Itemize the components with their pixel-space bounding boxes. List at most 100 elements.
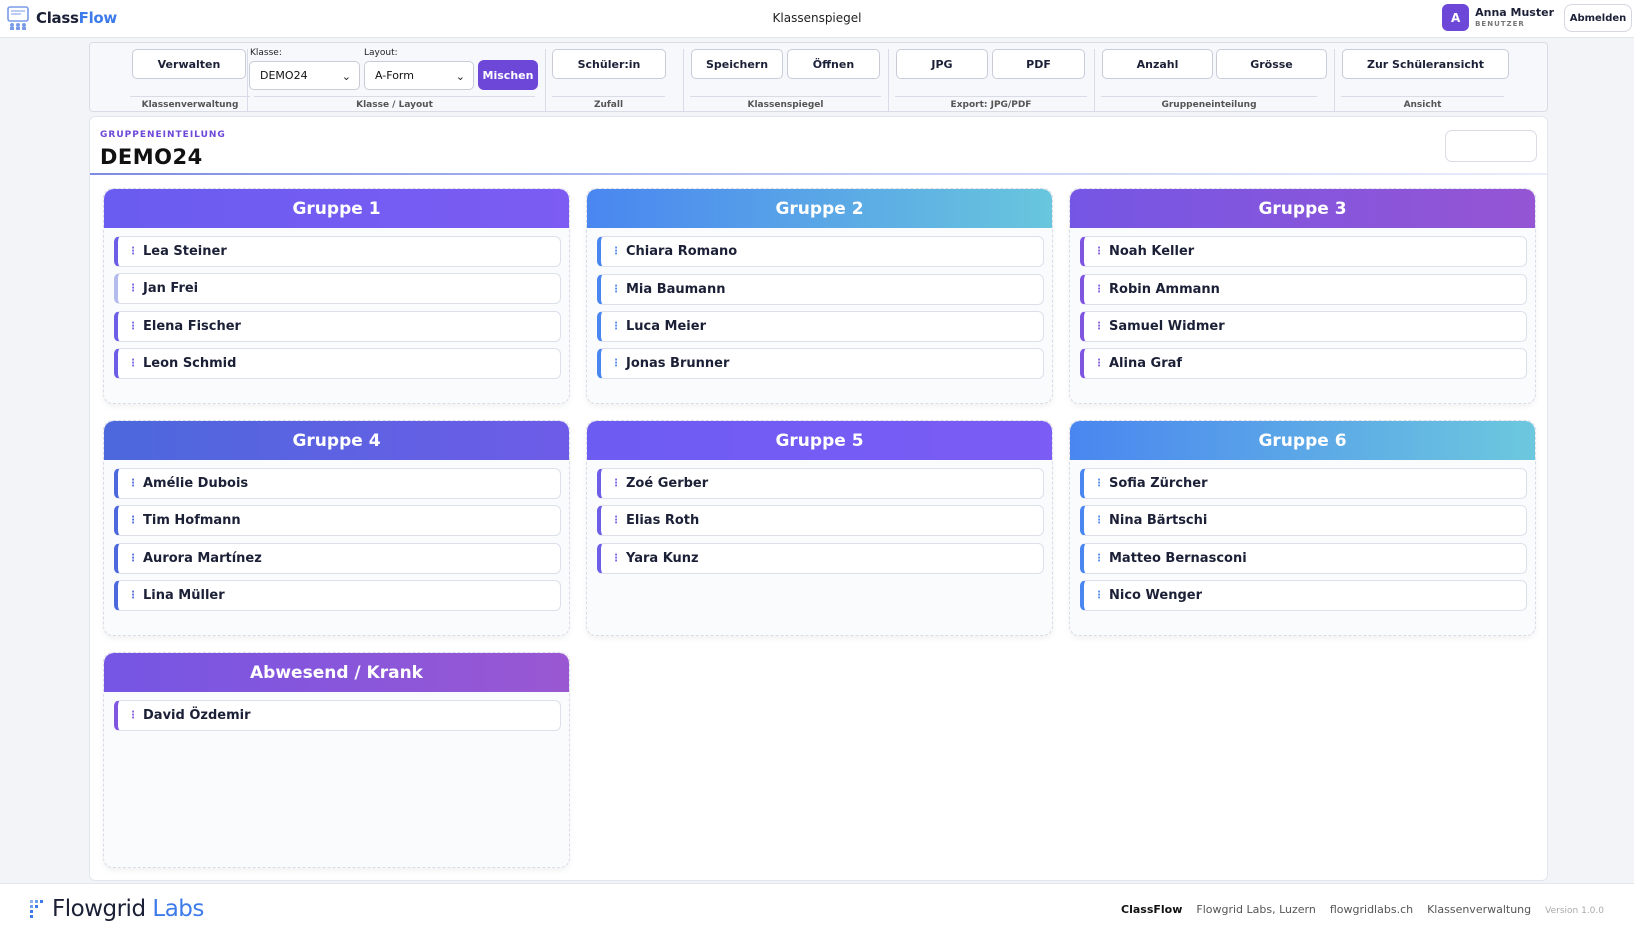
footer-link-classflow[interactable]: ClassFlow (1121, 903, 1182, 916)
drag-handle-icon[interactable]: ⋮ (128, 321, 138, 332)
student-card[interactable]: ⋮ Amélie Dubois (114, 468, 561, 499)
student-card[interactable]: ⋮ Yara Kunz (597, 543, 1044, 574)
drag-handle-icon[interactable]: ⋮ (128, 283, 138, 294)
group-label-class-management: Klassenverwaltung (130, 96, 250, 110)
group-card: Gruppe 4 ⋮ Amélie Dubois ⋮ Tim Hofmann ⋮ Au… (103, 420, 570, 636)
open-button[interactable]: Öffnen (787, 49, 880, 79)
drag-handle-icon[interactable]: ⋮ (611, 246, 621, 257)
flowgrid-logo[interactable]: Flowgrid Labs (30, 896, 204, 922)
layout-select[interactable]: A-Form ⌄ (364, 61, 474, 90)
footer-links: ClassFlow Flowgrid Labs, Luzern flowgrid… (1121, 903, 1604, 916)
student-card[interactable]: ⋮ Lea Steiner (114, 236, 561, 267)
toolbar-group-view: Zur Schüleransicht Ansicht (1335, 43, 1510, 113)
group-card: Gruppe 2 ⋮ Chiara Romano ⋮ Mia Baumann ⋮ Lu… (586, 188, 1053, 404)
grouping-panel: GRUPPENEINTEILUNG DEMO24 Gruppe 1 ⋮ Lea S… (89, 116, 1548, 881)
group-label-grouping: Gruppeneinteilung (1101, 96, 1317, 110)
random-student-button[interactable]: Schüler:in (552, 49, 666, 79)
class-select[interactable]: DEMO24 ⌄ (249, 61, 360, 90)
student-card[interactable]: ⋮ Mia Baumann (597, 274, 1044, 305)
drag-handle-icon[interactable]: ⋮ (1094, 284, 1104, 295)
student-card[interactable]: ⋮ Chiara Romano (597, 236, 1044, 267)
student-card[interactable]: ⋮ Aurora Martínez (114, 543, 561, 574)
drag-handle-icon[interactable]: ⋮ (128, 515, 138, 526)
group-card: Gruppe 6 ⋮ Sofia Zürcher ⋮ Nina Bärtschi ⋮… (1069, 420, 1536, 636)
group-size-button[interactable]: Grösse (1216, 49, 1327, 79)
drag-handle-icon[interactable]: ⋮ (611, 284, 621, 295)
drag-handle-icon[interactable]: ⋮ (611, 478, 621, 489)
chevron-down-icon: ⌄ (341, 70, 351, 83)
toolbar: Verwalten Klassenverwaltung Klasse: DEMO… (89, 42, 1548, 112)
drag-handle-icon[interactable]: ⋮ (128, 553, 138, 564)
group-header: Gruppe 4 (104, 421, 569, 460)
save-button[interactable]: Speichern (691, 49, 783, 79)
student-card[interactable]: ⋮ Elias Roth (597, 505, 1044, 536)
panel-kicker: GRUPPENEINTEILUNG (100, 130, 226, 140)
user-menu[interactable]: A Anna Muster BENUTZER (1442, 4, 1554, 31)
group-count-button[interactable]: Anzahl (1102, 49, 1213, 79)
student-card[interactable]: ⋮ Samuel Widmer (1080, 311, 1527, 342)
footer: Flowgrid Labs ClassFlow Flowgrid Labs, L… (0, 883, 1634, 932)
group-header: Gruppe 6 (1070, 421, 1535, 460)
panel-search-input[interactable] (1445, 130, 1537, 162)
drag-handle-icon[interactable]: ⋮ (128, 246, 138, 257)
export-jpg-button[interactable]: JPG (896, 49, 988, 79)
student-card[interactable]: ⋮ Noah Keller (1080, 236, 1527, 267)
student-card[interactable]: ⋮ Sofia Zürcher (1080, 468, 1527, 499)
student-card[interactable]: ⋮ Elena Fischer (114, 311, 561, 342)
student-card[interactable]: ⋮ Leon Schmid (114, 348, 561, 379)
drag-handle-icon[interactable]: ⋮ (1094, 358, 1104, 369)
student-card[interactable]: ⋮ Tim Hofmann (114, 505, 561, 536)
student-card[interactable]: ⋮ Nina Bärtschi (1080, 505, 1527, 536)
group-label-class-layout: Klasse / Layout (254, 96, 535, 110)
group-card: Gruppe 3 ⋮ Noah Keller ⋮ Robin Ammann ⋮ Sam… (1069, 188, 1536, 404)
export-pdf-button[interactable]: PDF (992, 49, 1085, 79)
drag-handle-icon[interactable]: ⋮ (1094, 321, 1104, 332)
student-card[interactable]: ⋮ Zoé Gerber (597, 468, 1044, 499)
group-header: Gruppe 2 (587, 189, 1052, 228)
page-title: Klassenspiegel (772, 11, 862, 25)
drag-handle-icon[interactable]: ⋮ (1094, 246, 1104, 257)
mix-button[interactable]: Mischen (478, 60, 538, 90)
drag-handle-icon[interactable]: ⋮ (611, 553, 621, 564)
drag-handle-icon[interactable]: ⋮ (1094, 515, 1104, 526)
student-card[interactable]: ⋮ Matteo Bernasconi (1080, 543, 1527, 574)
class-select-value: DEMO24 (260, 69, 308, 82)
drag-handle-icon[interactable]: ⋮ (611, 358, 621, 369)
toolbar-group-grouping: Anzahl Grösse Gruppeneinteilung (1095, 43, 1327, 113)
absent-group-card: Abwesend / Krank ⋮ David Özdemir (103, 652, 570, 868)
footer-link-class-management[interactable]: Klassenverwaltung (1427, 903, 1531, 916)
toolbar-group-seating: Speichern Öffnen Klassenspiegel (684, 43, 887, 113)
student-card[interactable]: ⋮ Robin Ammann (1080, 274, 1527, 305)
student-card[interactable]: ⋮ Jonas Brunner (597, 348, 1044, 379)
footer-brand: Flowgrid Labs (52, 896, 204, 922)
drag-handle-icon[interactable]: ⋮ (1094, 553, 1104, 564)
user-role: BENUTZER (1475, 19, 1525, 28)
footer-link-company[interactable]: Flowgrid Labs, Luzern (1196, 903, 1315, 916)
student-card[interactable]: ⋮ Lina Müller (114, 580, 561, 611)
drag-handle-icon[interactable]: ⋮ (128, 710, 138, 721)
top-bar: ClassFlow Klassenspiegel A Anna Muster B… (0, 0, 1634, 38)
drag-handle-icon[interactable]: ⋮ (611, 321, 621, 332)
toolbar-group-class-management: Verwalten Klassenverwaltung (90, 43, 250, 113)
drag-handle-icon[interactable]: ⋮ (128, 358, 138, 369)
footer-link-website[interactable]: flowgridlabs.ch (1330, 903, 1413, 916)
drag-handle-icon[interactable]: ⋮ (128, 590, 138, 601)
drag-handle-icon[interactable]: ⋮ (128, 478, 138, 489)
logout-button[interactable]: Abmelden (1564, 4, 1632, 32)
student-card[interactable]: ⋮ Jan Frei (114, 273, 561, 304)
student-card[interactable]: ⋮ Nico Wenger (1080, 580, 1527, 611)
version-label: Version 1.0.0 (1545, 906, 1604, 916)
drag-handle-icon[interactable]: ⋮ (1094, 478, 1104, 489)
group-header: Gruppe 5 (587, 421, 1052, 460)
student-card[interactable]: ⋮ Alina Graf (1080, 348, 1527, 379)
manage-button[interactable]: Verwalten (132, 49, 246, 79)
student-card[interactable]: ⋮ David Özdemir (114, 700, 561, 731)
student-card[interactable]: ⋮ Luca Meier (597, 311, 1044, 342)
avatar: A (1442, 4, 1470, 31)
drag-handle-icon[interactable]: ⋮ (611, 515, 621, 526)
drag-handle-icon[interactable]: ⋮ (1094, 590, 1104, 601)
student-view-button[interactable]: Zur Schüleransicht (1342, 49, 1509, 79)
layout-label: Layout: (364, 48, 398, 58)
flowgrid-logo-icon (30, 898, 46, 920)
group-card: Gruppe 5 ⋮ Zoé Gerber ⋮ Elias Roth ⋮ Yara K… (586, 420, 1053, 636)
